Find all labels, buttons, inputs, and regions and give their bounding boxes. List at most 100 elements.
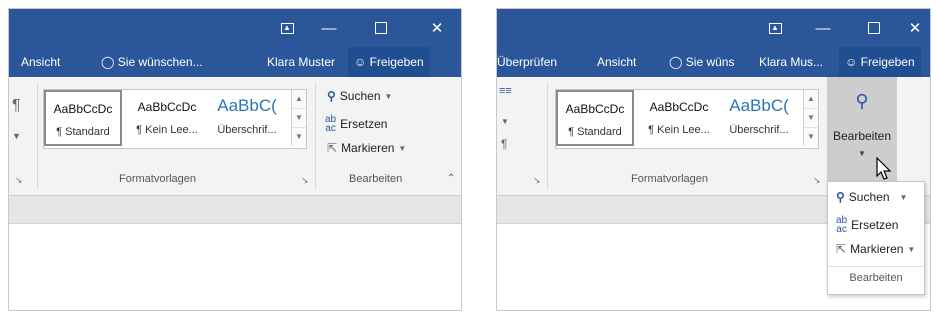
menu-item-markieren[interactable]: ⇱ Markieren ▼ [836, 242, 915, 256]
close-icon: ✕ [430, 20, 444, 37]
gallery-more-icon[interactable]: ▼ [292, 128, 306, 146]
ribbon-display-icon: ▲ [280, 22, 294, 34]
style-preview: AaBbCcDc [53, 102, 113, 116]
styles-gallery: AaBbCcDc ¶ Standard AaBbCcDc ¶ Kein Lee.… [555, 89, 819, 149]
menu-group-label: Bearbeiten [849, 272, 903, 284]
menu-item-label: Suchen [848, 190, 890, 204]
suchen-button[interactable]: ⚲ Suchen ▼ [327, 89, 392, 103]
collapse-ribbon-icon[interactable]: ⌃ [447, 173, 455, 184]
chevron-down-icon: ▼ [899, 192, 908, 202]
style-name: ¶ Standard [568, 126, 622, 138]
paragraph-dialog-launcher[interactable]: ↘ [533, 175, 541, 186]
ribbon: ¶ ▼ ↘ AaBbCcDc ¶ Standard AaBbCcDc ¶ Kei… [9, 77, 461, 196]
chevron-down-icon: ▼ [384, 91, 393, 101]
chevron-down-icon: ▼ [12, 131, 21, 141]
ribbon-tab-bar: Ansicht ◯ Sie wünschen... Klara Muster ☺… [9, 47, 461, 77]
bearbeiten-label: Bearbeiten [832, 129, 892, 143]
paragraph-mark-icon[interactable]: ¶ [501, 137, 507, 151]
gallery-more-icon[interactable]: ▼ [804, 128, 818, 146]
markieren-label: Markieren [341, 141, 395, 155]
document-page[interactable] [9, 223, 461, 310]
menu-item-ersetzen[interactable]: ab ac Ersetzen [836, 215, 899, 235]
suchen-label: Suchen [339, 89, 381, 103]
close-button[interactable]: ✕ [895, 9, 930, 47]
ribbon-display-icon: ▲ [768, 22, 782, 34]
ribbon: ≡≡ ▼ ¶ ↘ AaBbCcDc ¶ Standard AaBbCcDc ¶ … [497, 77, 930, 196]
style-preview: AaBbCcDc [565, 102, 625, 116]
word-window-left: ▲ — ✕ Ansicht ◯ Sie wünschen... Klara Mu… [8, 8, 462, 311]
ersetzen-label: Ersetzen [340, 117, 388, 131]
style-preview: AaBbC( [217, 96, 277, 115]
group-separator [547, 83, 548, 189]
style-name: ¶ Kein Lee... [136, 124, 198, 136]
style-name: Überschrif... [729, 124, 789, 136]
tab-ueberpruefen[interactable]: Überprüfen [497, 47, 557, 77]
lightbulb-icon: ◯ [101, 55, 115, 69]
style-kein-leerraum[interactable]: AaBbCcDc ¶ Kein Lee... [640, 90, 718, 146]
select-cursor-icon: ⇱ [327, 141, 338, 155]
styles-dialog-launcher[interactable]: ↘ [813, 175, 821, 186]
menu-divider [828, 266, 924, 267]
lightbulb-icon: ◯ [669, 55, 683, 69]
share-button[interactable]: ☺ Freigeben [348, 47, 430, 77]
style-name: ¶ Kein Lee... [648, 124, 710, 136]
indent-icon[interactable]: ≡≡ [499, 85, 512, 97]
word-window-right: ▲ — ✕ Überprüfen Ansicht ◯ Sie wüns Klar… [496, 8, 931, 311]
scroll-up-icon[interactable]: ▲ [804, 90, 818, 109]
scroll-down-icon[interactable]: ▼ [292, 109, 306, 128]
gallery-scroll[interactable]: ▲ ▼ ▼ [803, 90, 818, 146]
style-preview: AaBbC( [729, 96, 789, 115]
scroll-down-icon[interactable]: ▼ [804, 109, 818, 128]
menu-item-suchen[interactable]: ⚲ Suchen ▼ [836, 190, 907, 204]
replace-icon: ab ac [325, 114, 337, 134]
style-standard[interactable]: AaBbCcDc ¶ Standard [556, 90, 634, 146]
style-kein-leerraum[interactable]: AaBbCcDc ¶ Kein Lee... [128, 90, 206, 146]
maximize-button[interactable] [854, 9, 894, 47]
tab-ansicht[interactable]: Ansicht [597, 47, 636, 77]
ersetzen-button[interactable]: ab ac Ersetzen [325, 114, 388, 134]
group-label-formatvorlagen: Formatvorlagen [119, 173, 197, 185]
style-standard[interactable]: AaBbCcDc ¶ Standard [44, 90, 122, 146]
user-name[interactable]: Klara Muster [267, 47, 335, 77]
tell-me-text: Sie wünschen... [117, 55, 203, 69]
tell-me-box[interactable]: ◯ Sie wünschen... [101, 47, 203, 77]
styles-dialog-launcher[interactable]: ↘ [301, 175, 309, 186]
share-button[interactable]: ☺ Freigeben [839, 47, 921, 77]
minimize-button[interactable]: — [803, 9, 843, 47]
share-label: Freigeben [369, 55, 424, 69]
paragraph-mark-icon[interactable]: ¶ [12, 97, 21, 115]
ribbon-display-options-button[interactable]: ▲ [267, 9, 307, 47]
scroll-up-icon[interactable]: ▲ [292, 90, 306, 109]
minimize-button[interactable]: — [309, 9, 349, 47]
search-icon: ⚲ [327, 89, 336, 103]
share-label: Freigeben [860, 55, 915, 69]
menu-item-label: Markieren [850, 242, 904, 256]
style-name: Überschrif... [217, 124, 277, 136]
ribbon-tab-bar: Überprüfen Ansicht ◯ Sie wüns Klara Mus.… [497, 47, 930, 77]
ribbon-display-options-button[interactable]: ▲ [755, 9, 795, 47]
style-preview: AaBbCcDc [649, 100, 709, 114]
group-separator [37, 83, 38, 189]
group-label-bearbeiten: Bearbeiten [349, 173, 403, 185]
maximize-icon [868, 22, 880, 34]
style-ueberschrift[interactable]: AaBbC( Überschrif... [208, 90, 286, 146]
replace-icon: ab ac [836, 215, 848, 235]
menu-item-label: Ersetzen [851, 218, 899, 232]
tab-ansicht[interactable]: Ansicht [21, 47, 60, 77]
title-bar: ▲ — ✕ [497, 9, 930, 47]
paragraph-dialog-launcher[interactable]: ↘ [15, 175, 23, 186]
markieren-button[interactable]: ⇱ Markieren ▼ [327, 141, 406, 155]
search-icon: ⚲ [836, 190, 845, 204]
chevron-down-icon: ▼ [907, 244, 916, 254]
search-icon: ⚲ [855, 91, 869, 111]
close-button[interactable]: ✕ [417, 9, 457, 47]
gallery-scroll[interactable]: ▲ ▼ ▼ [291, 90, 306, 146]
tell-me-box[interactable]: ◯ Sie wüns [669, 47, 734, 77]
style-ueberschrift[interactable]: AaBbC( Überschrif... [720, 90, 798, 146]
close-icon: ✕ [908, 20, 922, 37]
select-cursor-icon: ⇱ [836, 242, 847, 256]
maximize-button[interactable] [361, 9, 401, 47]
tell-me-text: Sie wüns [685, 55, 735, 69]
share-person-icon: ☺ [354, 55, 367, 69]
user-name[interactable]: Klara Mus... [759, 47, 823, 77]
